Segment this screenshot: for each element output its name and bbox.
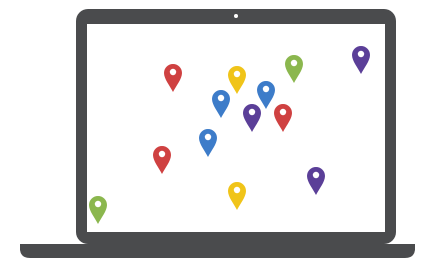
camera-icon: [234, 14, 238, 18]
map-pin-hole: [158, 150, 166, 158]
map-pin-hole: [217, 94, 225, 102]
map-pin-hole: [262, 85, 270, 93]
map-pin-hole: [248, 108, 256, 116]
map-pin-hole: [279, 108, 287, 116]
map-pin-hole: [94, 200, 102, 208]
map-pin-hole: [169, 68, 177, 76]
map-pin-hole: [233, 186, 241, 194]
laptop-illustration: [20, 9, 415, 258]
map-pin-hole: [357, 50, 365, 58]
map-pin-hole: [312, 171, 320, 179]
laptop-base: [20, 244, 415, 258]
map-pin-hole: [233, 70, 241, 78]
map-pin-hole: [290, 59, 298, 67]
map-pin-hole: [204, 133, 212, 141]
